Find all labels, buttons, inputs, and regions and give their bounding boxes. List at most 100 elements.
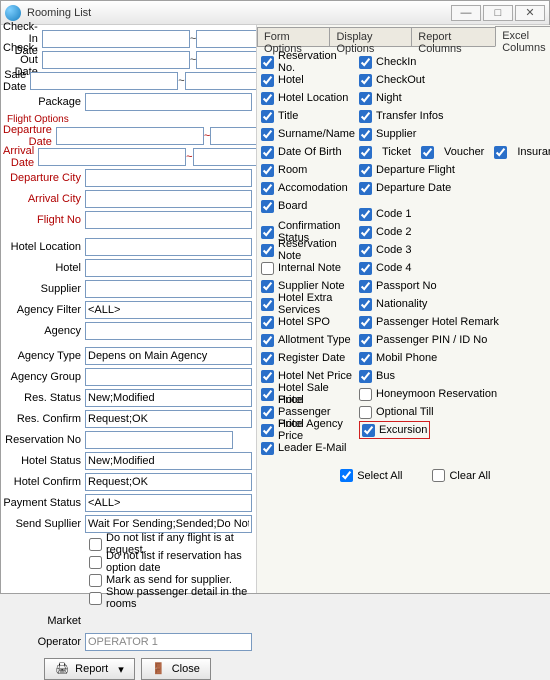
- excel-col-item[interactable]: Departure Date: [359, 179, 550, 197]
- excel-col-checkbox[interactable]: [359, 226, 372, 239]
- excel-col-checkbox[interactable]: [494, 146, 507, 159]
- select-all-checkbox[interactable]: [340, 469, 353, 482]
- excel-col-checkbox[interactable]: [362, 424, 375, 437]
- excel-col-checkbox[interactable]: [261, 128, 274, 141]
- excel-col-checkbox[interactable]: [261, 146, 274, 159]
- excel-col-item[interactable]: Bus: [359, 367, 550, 385]
- sendsup-input[interactable]: [85, 515, 252, 533]
- excel-col-checkbox[interactable]: [359, 164, 372, 177]
- excel-col-item[interactable]: Register Date: [261, 349, 355, 367]
- supplier-input[interactable]: [85, 280, 252, 298]
- excel-col-item[interactable]: Title: [261, 107, 355, 125]
- agtype-input[interactable]: [85, 347, 252, 365]
- excel-col-checkbox[interactable]: [359, 298, 372, 311]
- excel-col-checkbox[interactable]: [359, 406, 372, 419]
- close-window-button[interactable]: ✕: [515, 5, 545, 21]
- excel-col-checkbox[interactable]: [261, 244, 274, 257]
- flightno-input[interactable]: [85, 211, 252, 229]
- paystatus-input[interactable]: [85, 494, 252, 512]
- hotstatus-input[interactable]: [85, 452, 252, 470]
- excel-col-checkbox[interactable]: [359, 208, 372, 221]
- excel-col-checkbox[interactable]: [359, 280, 372, 293]
- chk-no-flight-request[interactable]: [89, 538, 102, 551]
- excel-col-item[interactable]: Passenger PIN / ID No: [359, 331, 550, 349]
- excel-col-checkbox[interactable]: [359, 334, 372, 347]
- package-input[interactable]: [85, 93, 252, 111]
- excel-col-item[interactable]: Reservation No.: [261, 53, 355, 71]
- excel-col-item[interactable]: Code 2: [359, 223, 550, 241]
- excel-col-checkbox[interactable]: [261, 298, 274, 311]
- excel-col-checkbox[interactable]: [261, 280, 274, 293]
- excel-col-checkbox[interactable]: [359, 128, 372, 141]
- excel-col-checkbox[interactable]: [261, 200, 274, 213]
- excel-col-checkbox[interactable]: [359, 74, 372, 87]
- excel-col-checkbox[interactable]: [359, 262, 372, 275]
- resno-input[interactable]: [85, 431, 233, 449]
- excel-col-checkbox[interactable]: [261, 74, 274, 87]
- excel-col-checkbox[interactable]: [359, 370, 372, 383]
- excel-col-checkbox[interactable]: [261, 164, 274, 177]
- excel-col-checkbox[interactable]: [261, 334, 274, 347]
- excel-col-item[interactable]: Leader E-Mail: [261, 439, 355, 457]
- select-all-button[interactable]: Select All: [340, 469, 402, 482]
- tab-report-columns[interactable]: Report Columns: [411, 27, 496, 46]
- excel-col-item[interactable]: Departure Flight: [359, 161, 550, 179]
- arrdate-from[interactable]: [38, 148, 186, 166]
- excel-col-item[interactable]: Nationality: [359, 295, 550, 313]
- saledate-from[interactable]: [30, 72, 178, 90]
- excel-col-checkbox[interactable]: [421, 146, 434, 159]
- excel-col-item[interactable]: CheckOut: [359, 71, 550, 89]
- excel-col-item[interactable]: Passport No: [359, 277, 550, 295]
- operator-input[interactable]: [85, 633, 252, 651]
- hotel-input[interactable]: [85, 259, 252, 277]
- excel-col-item[interactable]: Night: [359, 89, 550, 107]
- excel-col-item[interactable]: Surname/Name: [261, 125, 355, 143]
- checkin-from[interactable]: [42, 30, 190, 48]
- resconfirm-input[interactable]: [85, 410, 252, 428]
- excel-col-item[interactable]: Transfer Infos: [359, 107, 550, 125]
- close-button[interactable]: 🚪Close: [141, 658, 211, 680]
- clear-all-button[interactable]: Clear All: [432, 469, 490, 482]
- excel-col-item[interactable]: Board: [261, 197, 355, 215]
- excel-col-checkbox[interactable]: [261, 262, 274, 275]
- excel-col-item[interactable]: Supplier: [359, 125, 550, 143]
- excel-col-item[interactable]: Hotel Agency Price: [261, 421, 355, 439]
- excel-col-item[interactable]: Internal Note: [261, 259, 355, 277]
- excel-col-checkbox[interactable]: [359, 352, 372, 365]
- agency-input[interactable]: [85, 322, 252, 340]
- excel-col-checkbox[interactable]: [359, 56, 372, 69]
- excel-col-checkbox[interactable]: [359, 92, 372, 105]
- checkout-from[interactable]: [42, 51, 190, 69]
- excel-col-item[interactable]: Excursion: [359, 421, 430, 439]
- excel-col-checkbox[interactable]: [261, 370, 274, 383]
- excel-col-checkbox[interactable]: [359, 182, 372, 195]
- excel-col-checkbox[interactable]: [261, 406, 274, 419]
- excel-col-checkbox[interactable]: [359, 388, 372, 401]
- chk-mark-send[interactable]: [89, 574, 102, 587]
- agfilter-input[interactable]: [85, 301, 252, 319]
- arrcity-input[interactable]: [85, 190, 252, 208]
- tab-form-options[interactable]: Form Options: [257, 27, 330, 46]
- excel-col-checkbox[interactable]: [359, 244, 372, 257]
- depdate-from[interactable]: [56, 127, 204, 145]
- excel-col-checkbox[interactable]: [261, 110, 274, 123]
- resstatus-input[interactable]: [85, 389, 252, 407]
- minimize-button[interactable]: —: [451, 5, 481, 21]
- hotconfirm-input[interactable]: [85, 473, 252, 491]
- chk-show-pax-detail[interactable]: [89, 592, 102, 605]
- excel-col-checkbox[interactable]: [261, 352, 274, 365]
- excel-col-item[interactable]: CheckIn: [359, 53, 550, 71]
- excel-col-checkbox[interactable]: [261, 56, 274, 69]
- excel-col-item[interactable]: Code 3: [359, 241, 550, 259]
- excel-col-item[interactable]: Hotel Extra Services: [261, 295, 355, 313]
- excel-col-checkbox[interactable]: [261, 92, 274, 105]
- maximize-button[interactable]: □: [483, 5, 513, 21]
- excel-col-item[interactable]: Hotel Location: [261, 89, 355, 107]
- aggroup-input[interactable]: [85, 368, 252, 386]
- excel-col-checkbox[interactable]: [359, 146, 372, 159]
- excel-col-checkbox[interactable]: [359, 110, 372, 123]
- excel-col-checkbox[interactable]: [261, 182, 274, 195]
- report-button[interactable]: 🖨Report▾: [44, 658, 135, 680]
- excel-col-item[interactable]: Accomodation: [261, 179, 355, 197]
- excel-col-item[interactable]: Honeymoon Reservation: [359, 385, 550, 403]
